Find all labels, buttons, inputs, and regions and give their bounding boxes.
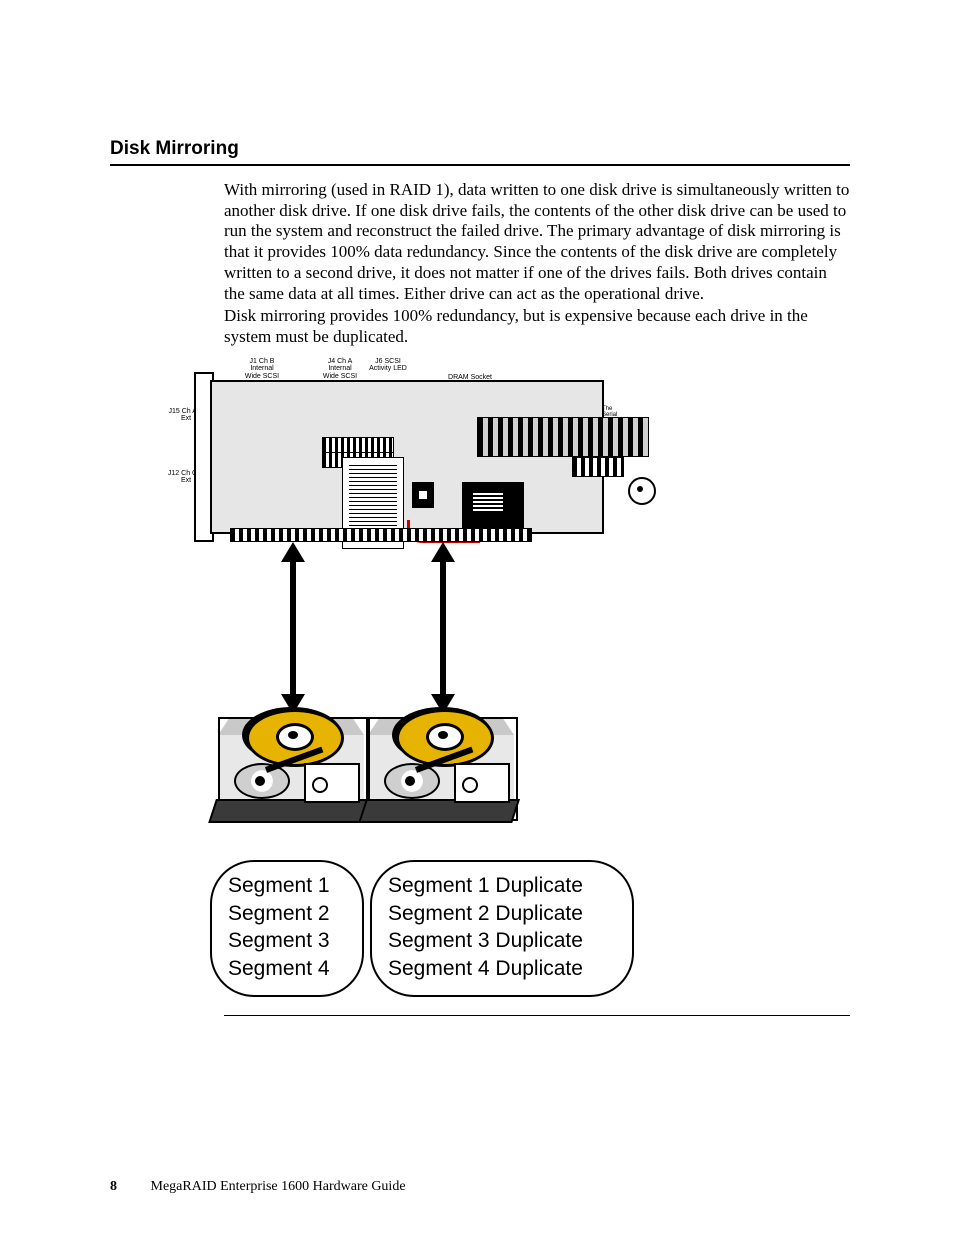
drive-block-icon <box>304 763 360 803</box>
segment-item: Segment 4 Duplicate <box>388 955 616 983</box>
book-title: MegaRAID Enterprise 1600 Hardware Guide <box>151 1179 406 1194</box>
card-header-row-icon <box>322 437 394 453</box>
segment-list-duplicate: Segment 1 Duplicate Segment 2 Duplicate … <box>370 860 634 997</box>
segment-item: Segment 2 Duplicate <box>388 900 616 928</box>
segment-item: Segment 1 <box>228 872 346 900</box>
closing-rule <box>224 1015 850 1016</box>
title-rule <box>110 164 850 166</box>
section-title: Disk Mirroring <box>110 138 239 160</box>
page-footer: 8 MegaRAID Enterprise 1600 Hardware Guid… <box>110 1179 406 1195</box>
segment-item: Segment 1 Duplicate <box>388 872 616 900</box>
disk-drive-primary-icon <box>218 705 368 820</box>
segment-item: Segment 3 Duplicate <box>388 927 616 955</box>
segment-item: Segment 2 <box>228 900 346 928</box>
page: Disk Mirroring With mirroring (used in R… <box>0 0 954 1235</box>
controller-card-icon <box>210 380 604 534</box>
card-label-j6: J6 SCSI Activity LED <box>368 358 408 373</box>
bidirectional-arrow-icon <box>440 558 446 698</box>
bidirectional-arrow-icon <box>290 558 296 698</box>
drive-platter-hub-icon <box>276 723 314 751</box>
segment-item: Segment 4 <box>228 955 346 983</box>
drive-platter-hub-icon <box>426 723 464 751</box>
page-number: 8 <box>110 1179 117 1194</box>
drive-block-icon <box>454 763 510 803</box>
drive-actuator-icon <box>384 763 440 799</box>
card-jumper-block-icon <box>572 457 624 477</box>
body-paragraph-2: Disk mirroring provides 100% redundancy,… <box>224 306 850 347</box>
card-speaker-icon <box>628 477 656 505</box>
card-terminator-block-icon <box>477 417 649 457</box>
segment-list-primary: Segment 1 Segment 2 Segment 3 Segment 4 <box>210 860 364 997</box>
drive-actuator-icon <box>234 763 290 799</box>
arrow-head-up-icon <box>431 542 455 562</box>
card-chip-icon <box>412 482 434 508</box>
card-edge-connector-icon <box>230 528 532 542</box>
segment-item: Segment 3 <box>228 927 346 955</box>
disk-mirroring-diagram: J1 Ch B Internal Wide SCSI J4 Ch A Inter… <box>150 350 710 1010</box>
card-label-j4: J4 Ch A Internal Wide SCSI <box>320 358 360 380</box>
card-label-j1: J1 Ch B Internal Wide SCSI <box>242 358 282 380</box>
body-paragraph-1: With mirroring (used in RAID 1), data wr… <box>224 180 850 304</box>
disk-drive-mirror-icon <box>368 705 518 820</box>
arrow-head-up-icon <box>281 542 305 562</box>
